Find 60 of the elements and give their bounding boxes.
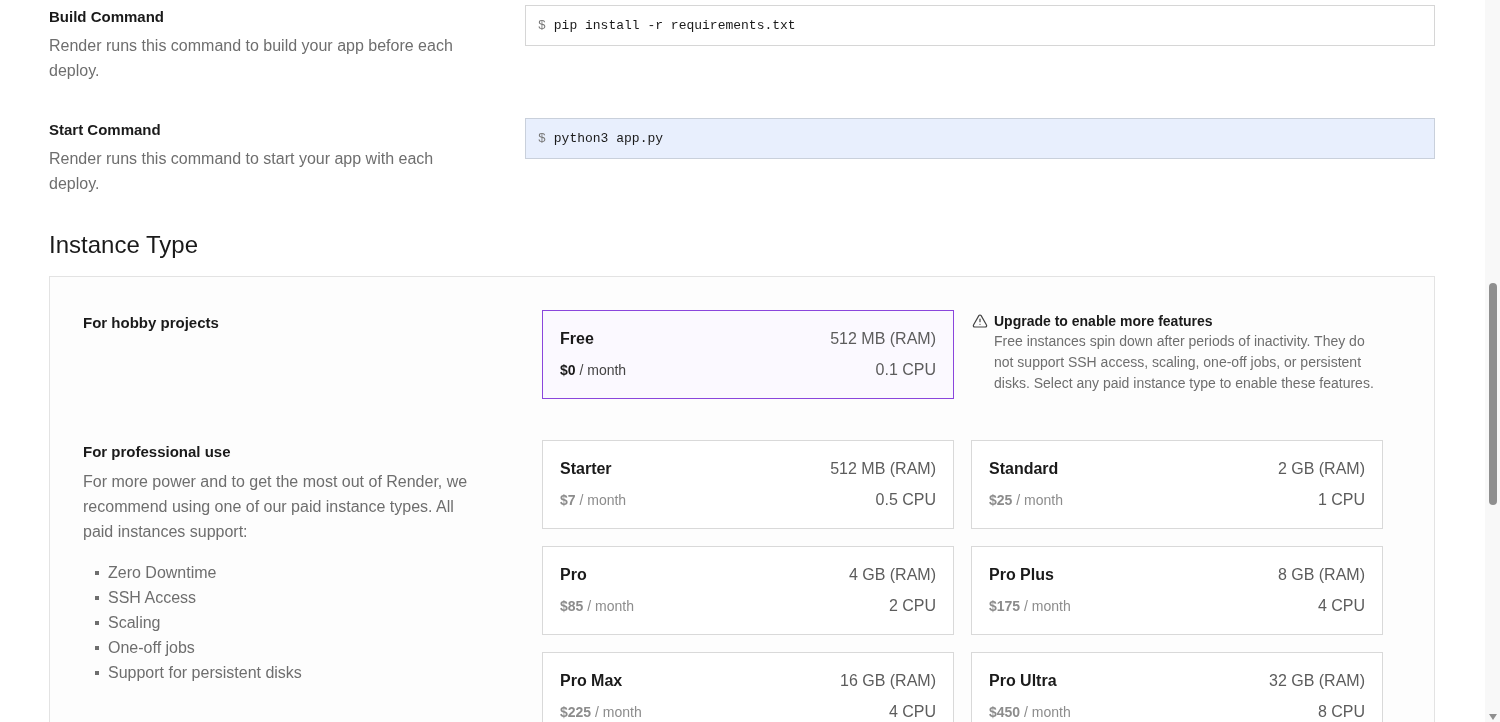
cpu-text: 2 CPU <box>888 596 936 616</box>
plan-name: Pro Plus <box>989 565 1054 585</box>
plan-card[interactable]: Starter 512 MB (RAM) $7 / month 0.5 CPU <box>542 440 954 529</box>
notice-text: Free instances spin down after periods of inactivity. They do not support SSH access, scaling, one-off jobs, or persistent disks. Select any paid instance type to enable these features. <box>994 332 1375 393</box>
plan-name: Pro Ultra <box>989 671 1057 691</box>
feature-item: Support for persistent disks <box>108 663 302 683</box>
memory-text: 16 GB (RAM) <box>840 671 936 691</box>
memory-text: 512 MB (RAM) <box>830 329 936 349</box>
square-bullet-icon <box>95 645 99 650</box>
warning-icon <box>972 313 988 329</box>
memory-text: 512 MB (RAM) <box>830 459 936 479</box>
price-text: $175 / month <box>989 597 1071 616</box>
feature-item: Zero Downtime <box>108 563 217 583</box>
price-text: $7 / month <box>560 491 627 510</box>
price-text: $85 / month <box>560 597 634 616</box>
field-label: Start Command <box>49 120 161 140</box>
feature-item: Scaling <box>108 613 161 633</box>
cpu-text: 8 CPU <box>1317 702 1365 722</box>
plan-card[interactable]: Pro Ultra 32 GB (RAM) $450 / month 8 CPU <box>971 652 1383 722</box>
plan-card[interactable]: Pro 4 GB (RAM) $85 / month 2 CPU <box>542 546 954 635</box>
plan-name: Pro Max <box>560 671 623 691</box>
plan-card[interactable]: Pro Plus 8 GB (RAM) $175 / month 4 CPU <box>971 546 1383 635</box>
section-heading: Instance Type <box>49 230 198 260</box>
cpu-text: 0.1 CPU <box>875 360 936 380</box>
group-label: For professional use <box>83 442 231 462</box>
square-bullet-icon <box>95 670 99 675</box>
price-text: $0 / month <box>560 361 627 380</box>
field-label: Build Command <box>49 7 164 27</box>
price-text: $25 / month <box>989 491 1063 510</box>
plan-name: Free <box>560 329 594 349</box>
field-description: Render runs this command to start your app with each deploy. <box>49 149 435 194</box>
square-bullet-icon <box>95 620 99 625</box>
field-description: Render runs this command to build your app before each deploy. <box>49 36 454 81</box>
plan-card[interactable]: Free 512 MB (RAM) $0 / month 0.1 CPU <box>542 310 954 399</box>
plan-name: Standard <box>989 459 1059 479</box>
group-label: For hobby projects <box>83 313 219 333</box>
price-text: $225 / month <box>560 703 642 722</box>
cpu-text: 1 CPU <box>1317 490 1365 510</box>
group-description: For more power and to get the most out of Render, we recommend using one of our paid instance types. All paid instances support: <box>83 472 469 542</box>
price-text: $450 / month <box>989 703 1071 722</box>
notice-title: Upgrade to enable more features <box>994 312 1213 331</box>
plan-name: Pro <box>560 565 587 585</box>
feature-item: SSH Access <box>108 588 197 608</box>
memory-text: 8 GB (RAM) <box>1277 565 1365 585</box>
cpu-text: 4 CPU <box>888 702 936 722</box>
memory-text: 2 GB (RAM) <box>1277 459 1365 479</box>
square-bullet-icon <box>95 595 99 600</box>
cpu-text: 4 CPU <box>1317 596 1365 616</box>
scrollbar-thumb[interactable] <box>1488 283 1497 505</box>
memory-text: 32 GB (RAM) <box>1269 671 1365 691</box>
memory-text: 4 GB (RAM) <box>848 565 936 585</box>
plan-card[interactable]: Pro Max 16 GB (RAM) $225 / month 4 CPU <box>542 652 954 722</box>
cpu-text: 0.5 CPU <box>875 490 936 510</box>
feature-item: One-off jobs <box>108 638 195 658</box>
square-bullet-icon <box>95 570 99 575</box>
scroll-down-arrow-icon[interactable] <box>1488 714 1497 720</box>
command-input[interactable]: $ python3 app.py <box>525 118 1435 159</box>
plan-card[interactable]: Standard 2 GB (RAM) $25 / month 1 CPU <box>971 440 1383 529</box>
command-input[interactable]: $ pip install -r requirements.txt <box>525 5 1435 46</box>
plan-name: Starter <box>560 459 612 479</box>
